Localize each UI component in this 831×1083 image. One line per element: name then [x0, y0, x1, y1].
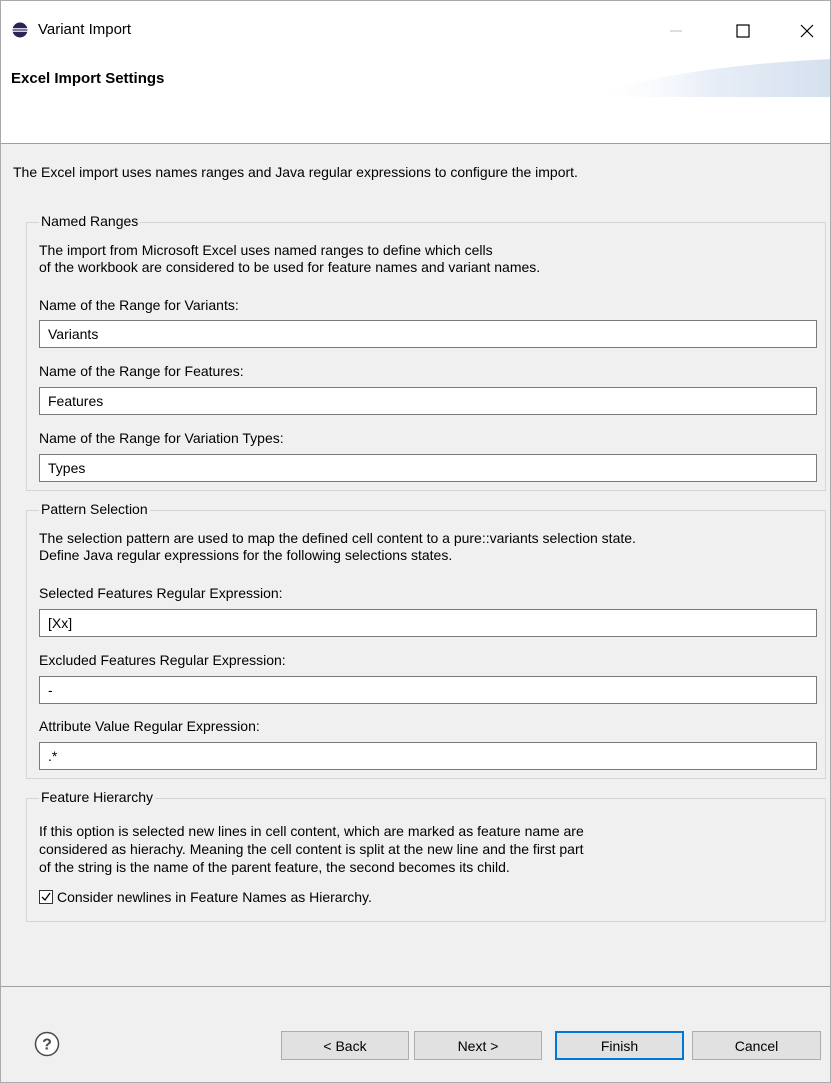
close-button[interactable] [784, 15, 830, 47]
help-icon[interactable]: ? [34, 1031, 60, 1057]
pattern-selection-group: Pattern Selection The selection pattern … [26, 501, 826, 779]
variant-import-dialog: Variant Import Excel Import Settings The… [0, 0, 831, 1083]
attribute-value-label: Attribute Value Regular Expression: [39, 718, 260, 734]
eclipse-icon [12, 22, 28, 38]
named-ranges-description: The import from Microsoft Excel uses nam… [39, 242, 541, 275]
minimize-button[interactable] [653, 15, 699, 47]
hierarchy-checkbox-row[interactable]: Consider newlines in Feature Names as Hi… [39, 889, 372, 905]
wizard-banner: Excel Import Settings [1, 57, 830, 143]
attribute-value-input[interactable] [39, 742, 817, 770]
finish-button[interactable]: Finish [555, 1031, 684, 1060]
svg-text:?: ? [42, 1037, 52, 1054]
banner-divider [1, 143, 830, 144]
hierarchy-checkbox-label: Consider newlines in Feature Names as Hi… [57, 889, 372, 905]
named-ranges-legend: Named Ranges [39, 213, 141, 229]
page-title: Excel Import Settings [11, 70, 165, 87]
selected-features-label: Selected Features Regular Expression: [39, 585, 283, 601]
pattern-selection-description: The selection pattern are used to map th… [39, 530, 636, 563]
features-range-input[interactable] [39, 387, 817, 415]
types-range-input[interactable] [39, 454, 817, 482]
selected-features-input[interactable] [39, 609, 817, 637]
cancel-button[interactable]: Cancel [692, 1031, 821, 1060]
variants-range-label: Name of the Range for Variants: [39, 297, 239, 313]
named-ranges-group: Named Ranges The import from Microsoft E… [26, 213, 826, 491]
banner-decoration [590, 59, 830, 97]
feature-hierarchy-legend: Feature Hierarchy [39, 789, 156, 805]
maximize-button[interactable] [720, 15, 766, 47]
back-button[interactable]: < Back [281, 1031, 409, 1060]
intro-text: The Excel import uses names ranges and J… [13, 164, 578, 180]
maximize-icon [736, 24, 750, 38]
next-button[interactable]: Next > [414, 1031, 542, 1060]
variants-range-input[interactable] [39, 320, 817, 348]
close-icon [800, 24, 814, 38]
feature-hierarchy-description: If this option is selected new lines in … [39, 823, 584, 875]
pattern-selection-legend: Pattern Selection [39, 501, 150, 517]
features-range-label: Name of the Range for Features: [39, 363, 244, 379]
hierarchy-checkbox[interactable] [39, 890, 53, 904]
window-title: Variant Import [38, 21, 132, 38]
excluded-features-label: Excluded Features Regular Expression: [39, 652, 286, 668]
title-bar: Variant Import [1, 1, 830, 57]
feature-hierarchy-group: Feature Hierarchy If this option is sele… [26, 789, 826, 922]
check-icon [41, 892, 51, 902]
footer-divider [1, 986, 830, 987]
types-range-label: Name of the Range for Variation Types: [39, 430, 284, 446]
excluded-features-input[interactable] [39, 676, 817, 704]
minimize-icon [670, 30, 682, 32]
